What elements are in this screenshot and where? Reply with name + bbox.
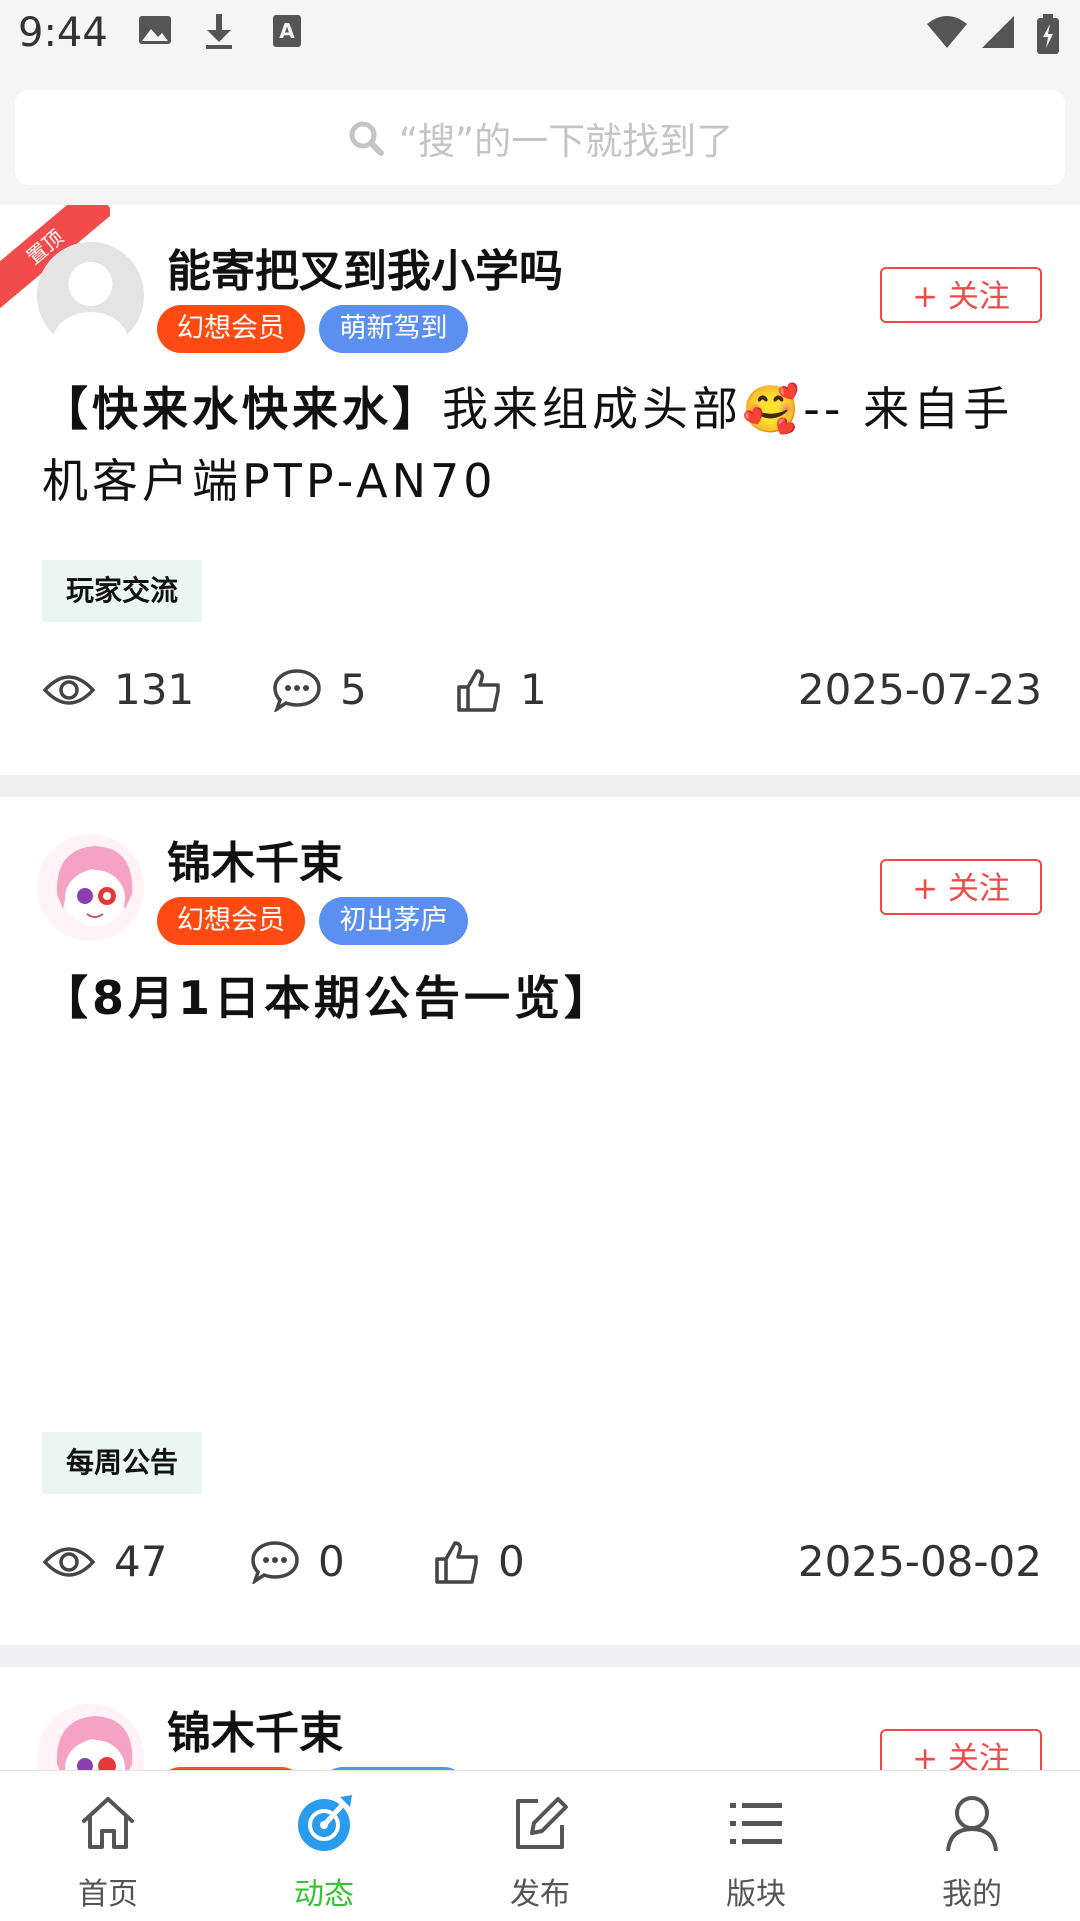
avatar[interactable]: [37, 1704, 144, 1770]
likes-count: 0: [498, 1537, 525, 1586]
post-title[interactable]: 【8月1日本期公告一览】: [42, 962, 1042, 1034]
battery-icon: [1037, 14, 1059, 54]
image-notification-icon: [139, 16, 171, 44]
list-icon: [730, 1803, 782, 1844]
post-card[interactable]: 锦木千束 幻想会员 初出茅庐 + 关注 【8月1日本期公告一览】 每周公告 47…: [0, 797, 1080, 1645]
post-card[interactable]: 置顶 能寄把叉到我小学吗 幻想会员 萌新驾到 + 关注 【快来水快来水】我来组成…: [0, 205, 1080, 775]
nav-profile[interactable]: 我的: [864, 1771, 1080, 1921]
post-feed[interactable]: 置顶 能寄把叉到我小学吗 幻想会员 萌新驾到 + 关注 【快来水快来水】我来组成…: [0, 205, 1080, 1770]
vip-badge: 幻想会员: [157, 897, 305, 945]
post-tag[interactable]: 每周公告: [42, 1432, 203, 1494]
avatar[interactable]: [37, 834, 144, 941]
username[interactable]: 锦木千束: [167, 1697, 343, 1761]
views-count: 47: [114, 1537, 168, 1586]
views-count: 131: [114, 665, 195, 714]
default-avatar-icon: [37, 242, 144, 349]
views-stat: 47: [42, 1537, 167, 1586]
post-date: 2025-08-02: [797, 1537, 1042, 1586]
bottom-nav: 首页 动态 发布 版块 我的: [0, 1770, 1080, 1921]
user-icon: [946, 1796, 998, 1852]
nav-profile-label: 我的: [942, 1877, 1002, 1912]
post-title-bold: 【8月1日本期公告一览】: [42, 971, 615, 1025]
post-card[interactable]: 锦木千束 + 关注: [0, 1667, 1080, 1770]
post-tag[interactable]: 玩家交流: [42, 560, 203, 622]
nav-feed-label: 动态: [294, 1877, 354, 1912]
likes-count: 1: [520, 665, 547, 714]
nav-home-label: 首页: [78, 1877, 138, 1912]
anime-avatar-image: [37, 834, 144, 941]
likes-stat[interactable]: 0: [434, 1537, 525, 1586]
follow-button[interactable]: + 关注: [880, 859, 1042, 915]
home-icon: [82, 1797, 134, 1849]
nav-sections-label: 版块: [726, 1877, 786, 1912]
status-time: 9:44: [18, 10, 108, 56]
comment-icon: [273, 668, 321, 712]
compass-target-icon: [298, 1795, 352, 1851]
avatar[interactable]: [37, 242, 144, 349]
search-icon: [349, 121, 384, 156]
post-separator: [0, 1645, 1080, 1667]
eye-icon: [42, 674, 96, 705]
status-bar: 9:44 A: [0, 0, 1080, 80]
nav-home[interactable]: 首页: [0, 1771, 216, 1921]
comments-stat[interactable]: 0: [250, 1537, 345, 1586]
username[interactable]: 能寄把叉到我小学吗: [167, 235, 563, 299]
comments-count: 5: [340, 665, 367, 714]
post-title-bold: 【快来水快来水】: [42, 382, 442, 436]
likes-stat[interactable]: 1: [456, 665, 547, 714]
search-input[interactable]: “搜”的一下就找到了: [15, 90, 1065, 185]
post-title[interactable]: 【快来水快来水】我来组成头部🥰-- 来自手机客户端PTP-AN70: [42, 373, 1042, 517]
views-stat: 131: [42, 665, 194, 714]
thumbs-up-icon: [435, 1540, 478, 1584]
search-area: “搜”的一下就找到了: [0, 80, 1080, 205]
search-placeholder: “搜”的一下就找到了: [398, 119, 734, 163]
svg-text:A: A: [279, 19, 295, 43]
comments-stat[interactable]: 5: [272, 665, 367, 714]
edit-icon: [516, 1797, 568, 1849]
wifi-icon: [927, 16, 967, 48]
comment-icon: [251, 1540, 299, 1584]
keyboard-notification-icon: A: [273, 15, 301, 47]
eye-icon: [42, 1546, 96, 1577]
nav-post[interactable]: 发布: [432, 1771, 648, 1921]
nav-feed[interactable]: 动态: [216, 1771, 432, 1921]
follow-button[interactable]: + 关注: [880, 1729, 1042, 1770]
nav-post-label: 发布: [510, 1877, 570, 1912]
download-notification-icon: [206, 14, 232, 49]
username[interactable]: 锦木千束: [167, 827, 343, 891]
level-badge: 初出茅庐: [319, 897, 468, 945]
thumbs-up-icon: [457, 668, 500, 712]
signal-icon: [982, 16, 1014, 48]
post-date: 2025-07-23: [797, 665, 1042, 714]
vip-badge: 幻想会员: [157, 305, 305, 353]
nav-sections[interactable]: 版块: [648, 1771, 864, 1921]
level-badge: 萌新驾到: [319, 305, 468, 353]
comments-count: 0: [318, 1537, 345, 1586]
post-separator: [0, 775, 1080, 797]
anime-avatar-image: [37, 1704, 144, 1770]
follow-button[interactable]: + 关注: [880, 267, 1042, 323]
